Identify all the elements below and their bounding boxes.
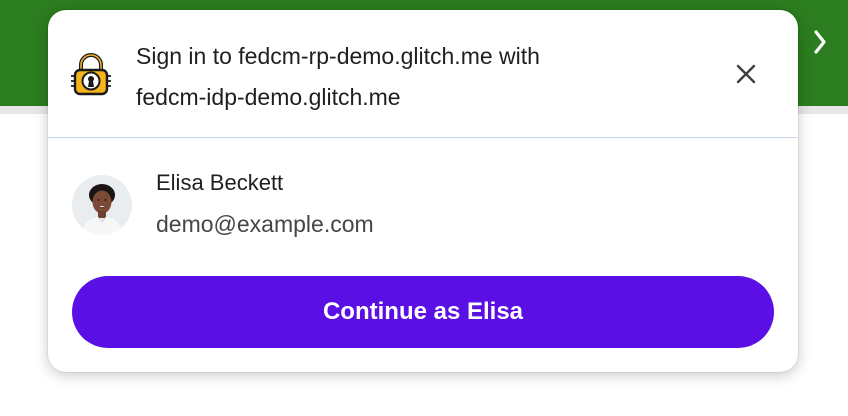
dialog-title-line-1: Sign in to fedcm-rp-demo.glitch.me with [136, 43, 540, 69]
account-row[interactable]: Elisa Beckett demo@example.com [48, 138, 798, 264]
fedcm-sign-in-dialog: Sign in to fedcm-rp-demo.glitch.me with … [48, 10, 798, 372]
lock-keyhole-icon [71, 53, 111, 96]
avatar [72, 175, 132, 235]
dialog-title: Sign in to fedcm-rp-demo.glitch.me with … [136, 36, 696, 118]
dialog-title-line-2: fedcm-idp-demo.glitch.me [136, 84, 401, 110]
account-email: demo@example.com [156, 211, 374, 237]
account-name: Elisa Beckett [156, 170, 284, 195]
page: Sign in to fedcm-rp-demo.glitch.me with … [0, 0, 848, 416]
continue-button[interactable]: Continue as Elisa [72, 276, 774, 348]
chevron-right-icon[interactable] [806, 26, 834, 58]
close-icon[interactable] [732, 60, 760, 88]
dialog-header: Sign in to fedcm-rp-demo.glitch.me with … [48, 10, 798, 137]
